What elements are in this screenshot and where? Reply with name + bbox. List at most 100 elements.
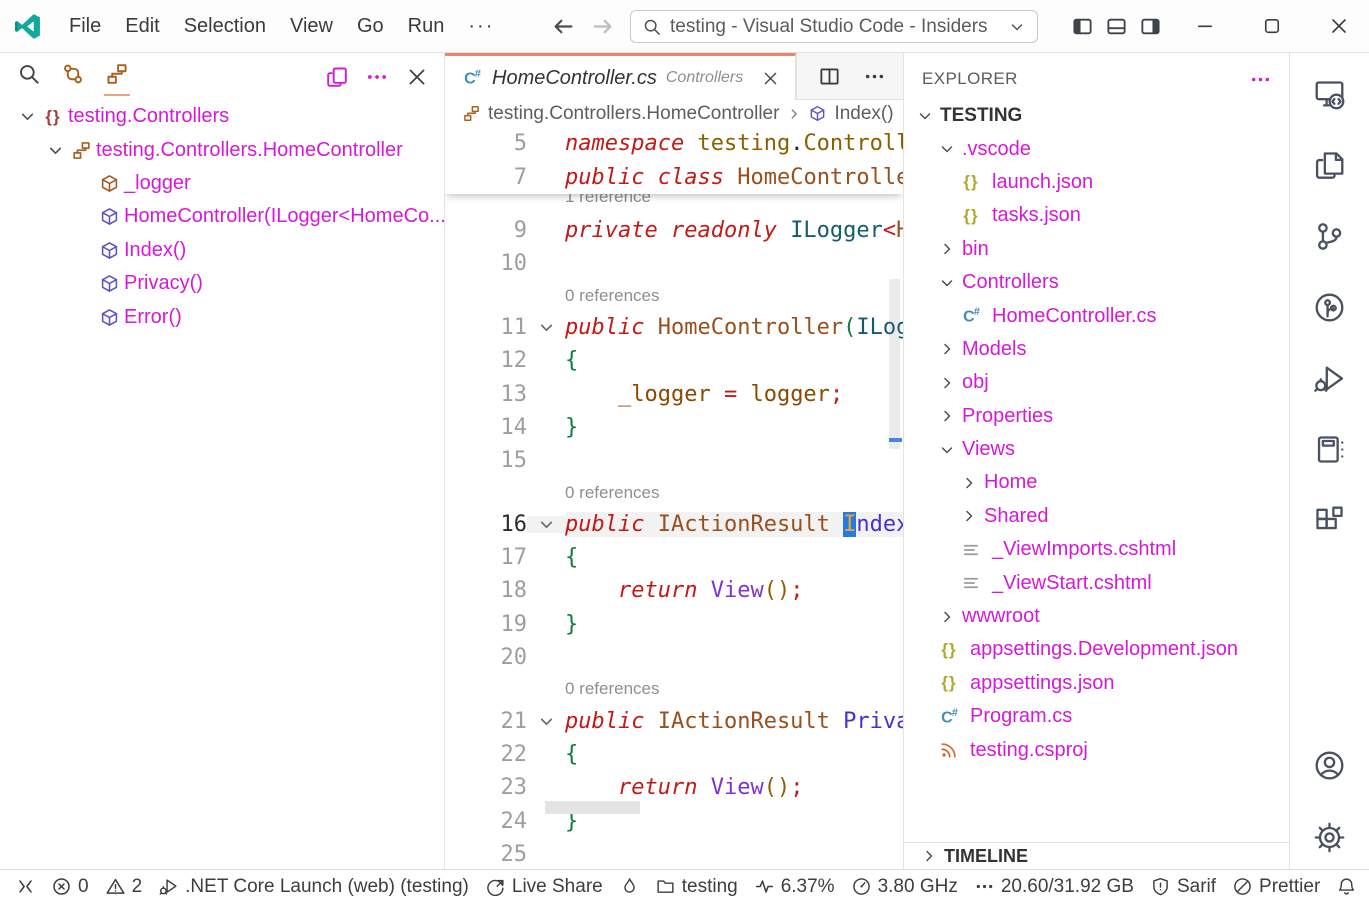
command-center-search[interactable]: testing - Visual Studio Code - Insiders <box>630 10 1038 43</box>
code-line[interactable]: 10 <box>445 247 903 280</box>
split-editor-icon[interactable] <box>819 66 840 87</box>
menu-selection[interactable]: Selection <box>172 11 278 42</box>
code-line[interactable]: 15 <box>445 444 903 477</box>
menu-overflow[interactable]: ··· <box>458 11 504 42</box>
explorer-item[interactable]: C#HomeController.cs <box>904 299 1289 332</box>
activity-files-copy[interactable] <box>1314 150 1345 181</box>
minimize-button[interactable] <box>1195 16 1215 36</box>
explorer-item[interactable]: {}tasks.json <box>904 199 1289 232</box>
code-line[interactable]: 23 return View(); <box>445 771 903 804</box>
explorer-item[interactable]: Home <box>904 466 1289 499</box>
explorer-item[interactable]: C#Program.cs <box>904 700 1289 733</box>
code-line[interactable]: 20 <box>445 641 903 674</box>
status-live-share[interactable]: Live Share <box>486 876 603 898</box>
code-line[interactable]: 14} <box>445 411 903 444</box>
code-line[interactable]: 25 <box>445 838 903 869</box>
close-window-button[interactable] <box>1329 16 1349 36</box>
code-line[interactable]: 13 _logger = logger; <box>445 377 903 410</box>
explorer-item[interactable]: Shared <box>904 500 1289 533</box>
close-tab-icon[interactable] <box>762 70 779 87</box>
panel-search-tab-icon[interactable] <box>18 63 40 85</box>
code-line[interactable]: 24} <box>445 805 903 838</box>
toggle-secondary-sidebar-icon[interactable] <box>1140 16 1161 37</box>
code-line[interactable]: 17{ <box>445 541 903 574</box>
code-line[interactable]: 22{ <box>445 738 903 771</box>
explorer-item[interactable]: _ViewImports.cshtml <box>904 533 1289 566</box>
activity-notebook[interactable] <box>1314 434 1345 465</box>
explorer-item[interactable]: wwwroot <box>904 600 1289 633</box>
code-editor[interactable]: 5namespace testing.Controllers;7public c… <box>445 127 903 869</box>
more-actions-icon[interactable] <box>366 66 388 88</box>
open-in-editor-icon[interactable] <box>326 66 348 88</box>
activity-source-control[interactable] <box>1314 221 1345 252</box>
fold-chevron[interactable] <box>527 319 565 336</box>
codelens[interactable]: 0 references <box>445 281 903 311</box>
status-cpu-frequency[interactable]: 3.80 GHz <box>852 876 958 898</box>
code-line[interactable]: 19} <box>445 608 903 641</box>
activity-extensions[interactable] <box>1314 505 1345 536</box>
status-debug-launch[interactable]: .NET Core Launch (web) (testing) <box>159 876 469 898</box>
outline-item[interactable]: Privacy() <box>0 267 444 300</box>
outline-item[interactable]: Index() <box>0 234 444 267</box>
explorer-item[interactable]: _ViewStart.cshtml <box>904 566 1289 599</box>
status-cpu-usage[interactable]: 6.37% <box>755 876 835 898</box>
codelens-clipped[interactable]: 1 reference <box>445 194 903 214</box>
close-panel-icon[interactable] <box>406 66 428 88</box>
menu-file[interactable]: File <box>57 11 113 42</box>
sticky-line[interactable]: 7public class HomeController : Controlle… <box>445 160 903 193</box>
code-line[interactable]: 18 return View(); <box>445 574 903 607</box>
codelens[interactable]: 0 references <box>445 478 903 508</box>
maximize-button[interactable] <box>1262 16 1282 36</box>
explorer-item[interactable]: {}appsettings.Development.json <box>904 633 1289 666</box>
breadcrumb-class[interactable]: testing.Controllers.HomeController <box>488 103 779 125</box>
panel-references-tab-icon[interactable] <box>62 63 84 85</box>
explorer-item[interactable]: .vscode <box>904 132 1289 165</box>
status-memory[interactable]: 20.60/31.92 GB <box>975 876 1134 898</box>
activity-settings-gear[interactable] <box>1314 822 1345 853</box>
menu-run[interactable]: Run <box>396 11 457 42</box>
menu-go[interactable]: Go <box>345 11 396 42</box>
timeline-section[interactable]: TIMELINE <box>904 842 1289 869</box>
explorer-item[interactable]: {}appsettings.json <box>904 667 1289 700</box>
outline-item[interactable]: _logger <box>0 167 444 200</box>
code-line[interactable]: 12{ <box>445 344 903 377</box>
code-line[interactable]: 11public HomeController(ILogger<HomeCont… <box>445 311 903 344</box>
explorer-item[interactable]: bin <box>904 233 1289 266</box>
status-notifications[interactable] <box>1337 877 1356 896</box>
menu-edit[interactable]: Edit <box>113 11 171 42</box>
explorer-item[interactable]: {}launch.json <box>904 166 1289 199</box>
fold-chevron[interactable] <box>527 516 565 533</box>
outline-item[interactable]: HomeController(ILogger<HomeCo... <box>0 200 444 233</box>
tab-homecontroller[interactable]: C# HomeController.cs Controllers <box>445 53 796 100</box>
status-hot-reload[interactable] <box>620 877 639 896</box>
explorer-root-folder[interactable]: TESTING <box>904 99 1289 132</box>
editor-more-actions-icon[interactable] <box>864 66 885 87</box>
explorer-item[interactable]: Properties <box>904 400 1289 433</box>
back-arrow-icon[interactable] <box>552 15 575 38</box>
status-workspace[interactable]: testing <box>656 876 738 898</box>
activity-remote-explorer[interactable] <box>1314 79 1345 110</box>
fold-chevron[interactable] <box>527 713 565 730</box>
status-remote[interactable] <box>16 877 35 896</box>
editor-scrollbar[interactable] <box>889 279 900 449</box>
codelens[interactable]: 0 references <box>445 674 903 704</box>
explorer-more-actions-icon[interactable] <box>1250 69 1271 90</box>
explorer-item[interactable]: Controllers <box>904 266 1289 299</box>
status-prettier[interactable]: Prettier <box>1233 876 1320 898</box>
activity-account[interactable] <box>1314 750 1345 781</box>
code-line[interactable]: 9private readonly ILogger<HomeController… <box>445 214 903 247</box>
outline-item[interactable]: Error() <box>0 300 444 333</box>
status-errors[interactable]: 0 <box>52 876 89 898</box>
explorer-item[interactable]: obj <box>904 366 1289 399</box>
code-line[interactable]: 16public IActionResult Index() <box>445 508 903 541</box>
sticky-line[interactable]: 5namespace testing.Controllers; <box>445 127 903 160</box>
status-sarif[interactable]: Sarif <box>1151 876 1216 898</box>
explorer-item[interactable]: Views <box>904 433 1289 466</box>
explorer-item[interactable]: testing.csproj <box>904 733 1289 766</box>
explorer-item[interactable]: Models <box>904 333 1289 366</box>
outline-item[interactable]: testing.Controllers.HomeController <box>0 133 444 166</box>
breadcrumb-member[interactable]: Index() <box>834 103 893 125</box>
toggle-primary-sidebar-icon[interactable] <box>1072 16 1093 37</box>
status-warnings[interactable]: 2 <box>106 876 143 898</box>
toggle-panel-icon[interactable] <box>1106 16 1127 37</box>
